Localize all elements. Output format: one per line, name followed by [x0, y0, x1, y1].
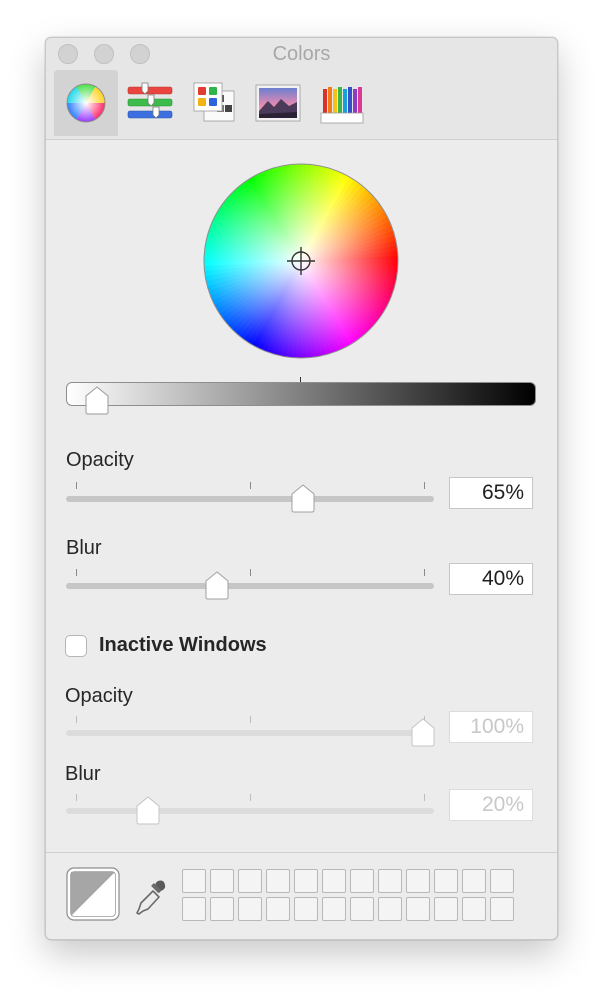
inactive-opacity-field[interactable]: 100%: [449, 711, 533, 743]
brightness-track: [66, 382, 536, 406]
swatch-cell[interactable]: [322, 897, 346, 921]
color-wheel-icon: [66, 83, 106, 123]
color-wheel[interactable]: [202, 162, 400, 360]
inactive-opacity-knob[interactable]: [410, 718, 436, 748]
swatch-cell[interactable]: [294, 897, 318, 921]
swatch-cell[interactable]: [406, 897, 430, 921]
swatch-cell[interactable]: [490, 869, 514, 893]
color-palettes-icon: [193, 82, 235, 122]
inactive-blur-slider[interactable]: [66, 790, 436, 826]
inactive-opacity-slider[interactable]: [66, 712, 436, 748]
inactive-blur-track: [66, 808, 434, 814]
titlebar: Colors: [46, 38, 557, 140]
image-palettes-icon: [255, 84, 301, 122]
swatch-grid: [182, 869, 514, 921]
colors-window: Colors Opacity 65% Blur 40% Inactive Win…: [45, 37, 558, 940]
inactive-blur-field[interactable]: 20%: [449, 789, 533, 821]
opacity-track: [66, 496, 434, 502]
blur-track: [66, 583, 434, 589]
tab-color-palettes[interactable]: [182, 70, 246, 136]
eyedropper-icon[interactable]: [134, 878, 168, 916]
swatch-cell[interactable]: [238, 869, 262, 893]
swatch-cell[interactable]: [350, 869, 374, 893]
tab-color-wheel[interactable]: [54, 70, 118, 136]
blur-knob[interactable]: [204, 571, 230, 601]
bottom-separator: [46, 852, 557, 853]
inactive-windows-label: Inactive Windows: [99, 634, 267, 656]
color-sliders-icon: [127, 82, 173, 119]
inactive-opacity-label: Opacity: [65, 685, 133, 707]
opacity-label: Opacity: [66, 449, 134, 471]
swatch-cell[interactable]: [266, 897, 290, 921]
brightness-slider[interactable]: [66, 377, 536, 415]
current-color-well[interactable]: [66, 867, 120, 921]
swatch-cell[interactable]: [210, 897, 234, 921]
swatch-cell[interactable]: [490, 897, 514, 921]
window-title: Colors: [272, 43, 331, 65]
swatch-cell[interactable]: [182, 869, 206, 893]
swatch-cell[interactable]: [182, 897, 206, 921]
blur-label: Blur: [66, 537, 102, 559]
inactive-blur-label: Blur: [65, 763, 101, 785]
swatch-cell[interactable]: [210, 869, 234, 893]
swatch-cell[interactable]: [266, 869, 290, 893]
swatch-cell[interactable]: [294, 869, 318, 893]
swatch-cell[interactable]: [406, 869, 430, 893]
opacity-slider[interactable]: [66, 478, 436, 514]
tab-pencils[interactable]: [310, 70, 374, 136]
swatch-cell[interactable]: [238, 897, 262, 921]
swatch-cell[interactable]: [434, 869, 458, 893]
swatch-cell[interactable]: [462, 869, 486, 893]
blur-field[interactable]: 40%: [449, 563, 533, 595]
swatch-cell[interactable]: [378, 869, 402, 893]
swatch-cell[interactable]: [378, 897, 402, 921]
inactive-opacity-track: [66, 730, 434, 736]
swatch-cell[interactable]: [434, 897, 458, 921]
tab-color-sliders[interactable]: [118, 70, 182, 136]
opacity-knob[interactable]: [290, 484, 316, 514]
opacity-field[interactable]: 65%: [449, 477, 533, 509]
blur-slider[interactable]: [66, 565, 436, 601]
brightness-knob[interactable]: [84, 386, 110, 416]
tab-image-palettes[interactable]: [246, 70, 310, 136]
pencils-icon: [320, 87, 364, 124]
swatch-cell[interactable]: [462, 897, 486, 921]
swatch-cell[interactable]: [322, 869, 346, 893]
inactive-blur-knob[interactable]: [135, 796, 161, 826]
swatch-cell[interactable]: [350, 897, 374, 921]
inactive-windows-checkbox[interactable]: [65, 635, 87, 657]
